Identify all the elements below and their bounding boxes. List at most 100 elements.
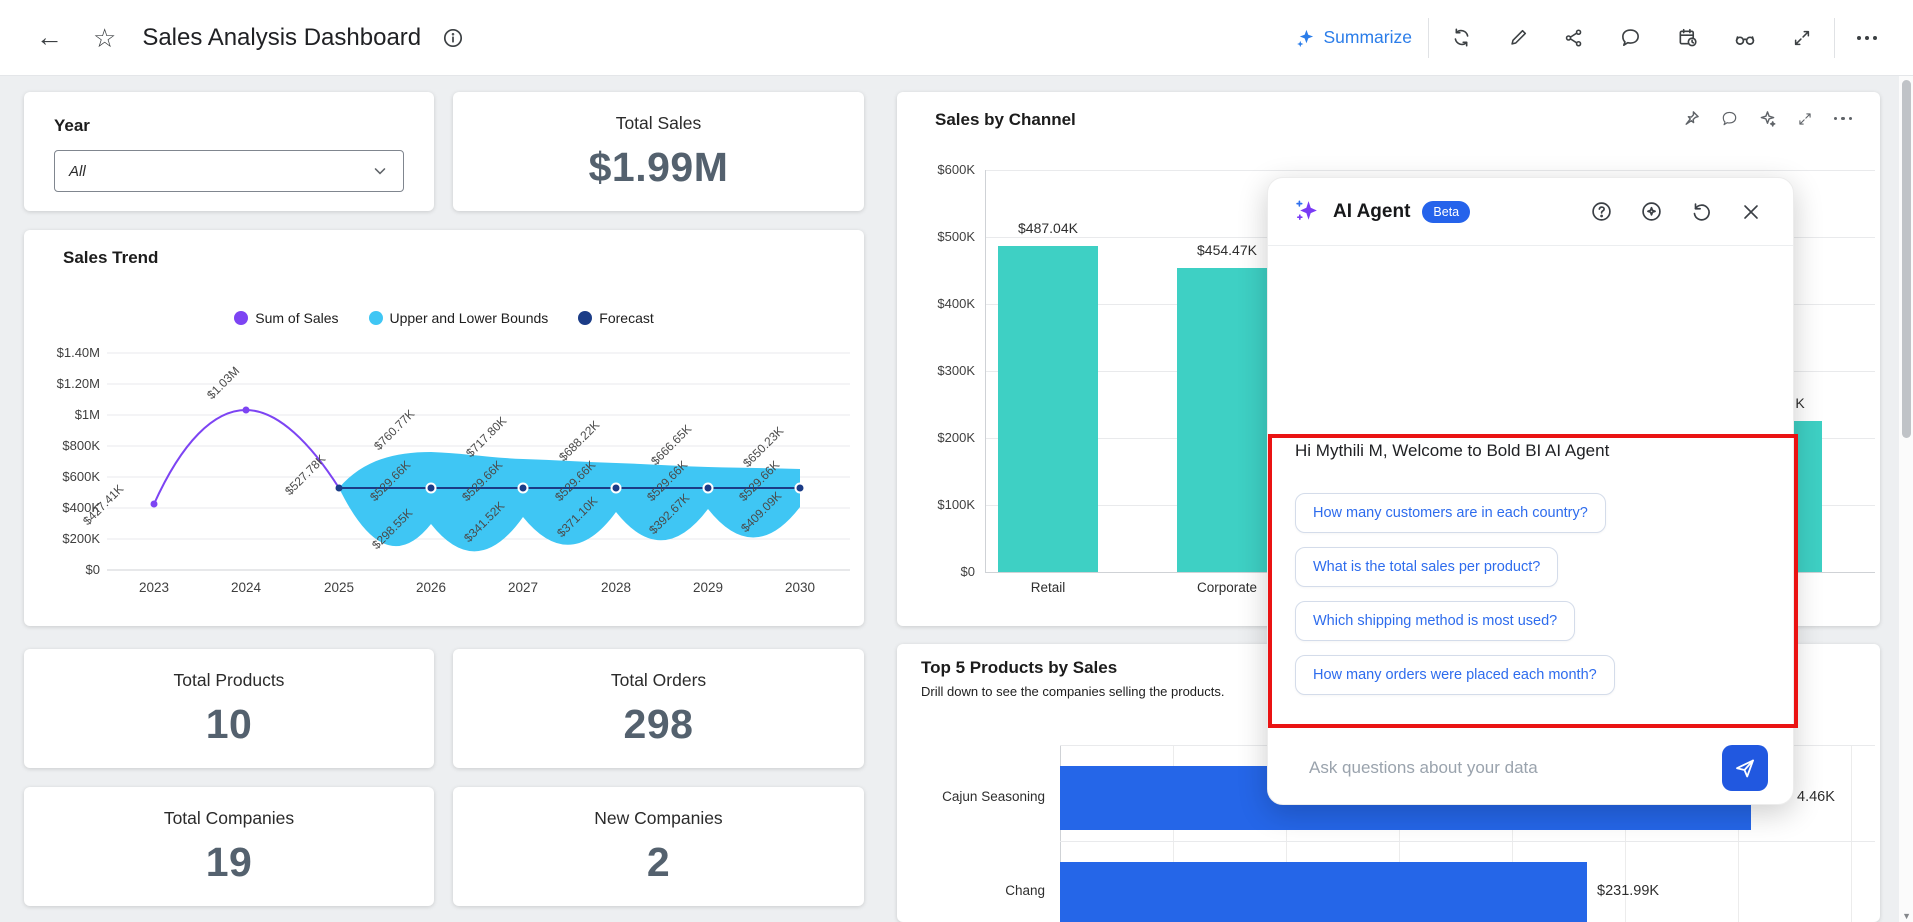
year-filter-label: Year [54, 116, 404, 136]
sales-by-channel-title: Sales by Channel [935, 110, 1076, 130]
y-axis-tick: $1M [30, 407, 100, 423]
y-axis-tick: $600K [30, 469, 100, 485]
schedule-button[interactable] [1671, 21, 1704, 54]
more-options-icon [1857, 36, 1877, 40]
x-axis-tick: 2023 [118, 580, 190, 595]
back-arrow-icon: ← [36, 24, 63, 51]
kpi-value: 19 [206, 839, 253, 886]
kpi-label: Total Sales [616, 113, 702, 134]
x-axis-tick: 2028 [580, 580, 652, 595]
ai-agent-logo-icon [1294, 198, 1321, 225]
pin-button[interactable] [1681, 108, 1702, 129]
schedule-calendar-icon [1677, 27, 1698, 48]
kpi-label: Total Companies [164, 808, 294, 829]
y-axis-tick: $1.40M [30, 345, 100, 361]
sales-trend-chart[interactable] [24, 230, 864, 626]
favorite-button[interactable]: ☆ [87, 19, 122, 57]
ai-question-input[interactable] [1295, 758, 1722, 778]
kpi-total-orders: Total Orders 298 [453, 649, 864, 768]
y-axis-tick: $1.20M [30, 376, 100, 392]
top-bar: ← ☆ Sales Analysis Dashboard Summarize [0, 0, 1913, 76]
help-button[interactable] [1585, 195, 1618, 228]
reset-conversation-button[interactable] [1685, 195, 1718, 228]
suggestion-chip-3[interactable]: Which shipping method is most used? [1295, 601, 1575, 641]
dashboard-root: ← ☆ Sales Analysis Dashboard Summarize [0, 0, 1913, 922]
widget-ai-button[interactable] [1757, 108, 1778, 129]
close-button[interactable] [1735, 196, 1767, 228]
chevron-down-icon [371, 162, 389, 180]
beta-badge: Beta [1422, 201, 1470, 223]
ai-agent-header: AI Agent Beta [1268, 178, 1793, 246]
suggestion-chip-2[interactable]: What is the total sales per product? [1295, 547, 1558, 587]
kpi-value: 2 [647, 839, 670, 886]
year-filter-dropdown[interactable]: All [54, 150, 404, 192]
scrollbar-down-arrow[interactable]: ▼ [1902, 911, 1911, 921]
edit-button[interactable] [1502, 22, 1534, 54]
x-axis-tick: 2029 [672, 580, 744, 595]
top-products-subtitle: Drill down to see the companies selling … [921, 684, 1225, 699]
top-products-title: Top 5 Products by Sales [921, 658, 1117, 678]
back-button[interactable]: ← [30, 18, 69, 57]
page-scrollbar[interactable]: ▼ [1899, 76, 1913, 922]
y-axis-tick: $400K [905, 296, 975, 312]
year-filter-value: All [69, 163, 86, 180]
x-axis-tick: 2030 [764, 580, 836, 595]
comment-button[interactable] [1614, 21, 1647, 54]
favorite-star-icon: ☆ [93, 25, 116, 51]
y-axis-tick: $200K [30, 531, 100, 547]
widget-maximize-button[interactable] [1795, 109, 1815, 129]
suggestion-chip-4[interactable]: How many orders were placed each month? [1295, 655, 1615, 695]
y-axis-tick: $600K [905, 162, 975, 178]
widget-toolbar [1681, 108, 1855, 129]
y-axis-tick: $800K [30, 438, 100, 454]
share-button[interactable] [1558, 22, 1590, 54]
ai-agent-panel: AI Agent Beta Hi Mythili M, Welcome to B… [1267, 177, 1794, 805]
more-options-icon [1834, 117, 1853, 121]
maximize-icon [1797, 111, 1813, 127]
kpi-label: Total Products [174, 670, 285, 691]
x-axis-tick: 2025 [303, 580, 375, 595]
x-axis-category: Retail [983, 580, 1113, 595]
scrollbar-thumb[interactable] [1902, 80, 1911, 438]
toolbar-icon-group [1445, 21, 1818, 55]
share-icon [1564, 28, 1584, 48]
bar-chang[interactable] [1060, 862, 1587, 922]
y-axis-tick: $200K [905, 430, 975, 446]
ai-input-row [1295, 744, 1768, 792]
x-axis-tick: 2027 [487, 580, 559, 595]
suggestion-chip-1[interactable]: How many customers are in each country? [1295, 493, 1606, 533]
refresh-button[interactable] [1445, 21, 1478, 54]
send-button[interactable] [1722, 745, 1768, 791]
ai-agent-title: AI Agent [1333, 201, 1410, 223]
info-button[interactable] [437, 22, 469, 54]
kpi-label: Total Orders [611, 670, 706, 691]
x-axis-tick: 2026 [395, 580, 467, 595]
view-button[interactable] [1728, 21, 1762, 55]
send-icon [1733, 756, 1757, 780]
bar-corporate[interactable] [1177, 268, 1277, 572]
help-icon [1591, 201, 1612, 222]
toolbar-divider [1428, 18, 1429, 58]
gridline [1060, 841, 1875, 842]
summarize-sparkle-icon [1296, 28, 1315, 47]
feedback-button[interactable] [1635, 195, 1668, 228]
kpi-total-companies: Total Companies 19 [24, 787, 434, 906]
widget-more-button[interactable] [1832, 115, 1855, 123]
summarize-button[interactable]: Summarize [1296, 27, 1413, 48]
sales-trend-widget: Sales Trend Sum of SalesUpper and Lower … [24, 230, 864, 626]
fullscreen-button[interactable] [1786, 22, 1818, 54]
widget-comment-button[interactable] [1719, 108, 1740, 129]
summarize-label: Summarize [1324, 27, 1413, 48]
refresh-icon [1451, 27, 1472, 48]
y-axis-tick: $100K [905, 497, 975, 513]
y-axis-tick: $500K [905, 229, 975, 245]
ai-sparkle-icon [1759, 110, 1776, 127]
kpi-value: 10 [206, 701, 253, 748]
gridline [985, 170, 1875, 171]
view-glasses-icon [1734, 27, 1756, 49]
kpi-label: New Companies [594, 808, 722, 829]
kpi-total-sales: Total Sales $1.99M [453, 92, 864, 211]
bar-retail[interactable] [998, 246, 1098, 572]
gridline [1851, 745, 1852, 922]
more-options-button[interactable] [1851, 30, 1883, 46]
